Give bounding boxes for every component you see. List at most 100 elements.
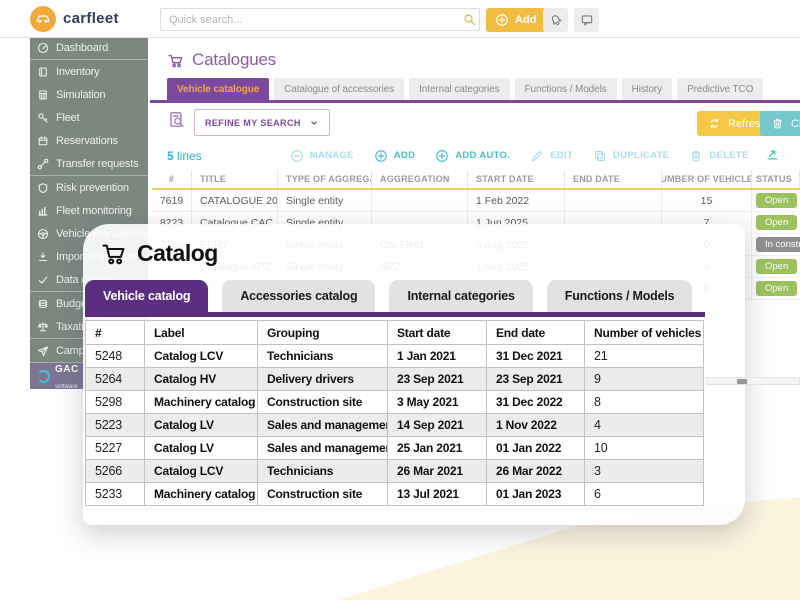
tab-functions-models[interactable]: Functions / Models [547, 280, 693, 312]
refresh-icon [708, 117, 721, 130]
pencil-icon [530, 149, 544, 163]
tab-vehicle-catalog[interactable]: Vehicle catalog [85, 280, 208, 312]
messages-button[interactable] [574, 8, 599, 32]
brand-name: carfleet [63, 10, 119, 27]
tab-internal-categories[interactable]: Internal categories [389, 280, 532, 312]
search-submit-button[interactable] [458, 9, 480, 30]
calendar-icon [37, 135, 49, 147]
table-row[interactable]: 7619 CATALOGUE 20 Single entity 1 Feb 20… [152, 190, 800, 212]
gauge-icon [37, 42, 49, 54]
app-window: carfleet Add Dashboard Inventory Simulat… [0, 0, 800, 600]
copy-icon [593, 149, 607, 163]
gac-icon [37, 370, 50, 383]
tab-history[interactable]: History [622, 78, 672, 100]
tab-underline [85, 312, 705, 317]
col-status: STATUS [752, 170, 800, 188]
status-badge: Open [756, 259, 797, 274]
search-input[interactable] [160, 8, 480, 31]
add-auto-button[interactable]: ADD AUTO. [435, 149, 510, 163]
export-icon [765, 147, 780, 162]
catalog-row[interactable]: 5233 Machinery catalog Construction site… [86, 483, 704, 506]
status-badge: Open [756, 215, 797, 230]
edit-button[interactable]: EDIT [530, 149, 573, 163]
sidebar-item-inventory[interactable]: Inventory [30, 60, 148, 83]
table-header-row: # TITLE TYPE OF AGGREGATION AGGREGATION … [152, 170, 800, 190]
catalog-row[interactable]: 5266 Catalog LCV Technicians 26 Mar 2021… [86, 460, 704, 483]
col-id: # [86, 321, 145, 345]
trash-icon [689, 149, 703, 163]
page-title: Catalogues [167, 50, 276, 70]
plus-circle-icon [495, 13, 509, 27]
chat-icon [580, 13, 594, 27]
col-type-of-aggregation: TYPE OF AGGREGATION [278, 170, 372, 188]
sidebar-item-fleet-monitoring[interactable]: Fleet monitoring [30, 199, 148, 222]
status-badge: Open [756, 193, 797, 208]
notifications-button[interactable] [543, 8, 568, 32]
tab-internal-categories[interactable]: Internal categories [409, 78, 509, 100]
catalogue-tabs: Vehicle catalogue Catalogue of accessori… [167, 78, 763, 100]
delete-button[interactable]: DELETE [689, 149, 748, 163]
sidebar-item-reservations[interactable]: Reservations [30, 129, 148, 152]
status-badge: Open [756, 281, 797, 296]
paper-plane-icon [37, 345, 49, 357]
trash-icon [771, 117, 784, 130]
sidebar-item-transfer-requests[interactable]: Transfer requests [30, 152, 148, 175]
tab-underline [150, 100, 800, 103]
refine-search-button[interactable]: REFINE MY SEARCH [194, 109, 330, 136]
col-aggregation: AGGREGATION [372, 170, 468, 188]
bar-chart-icon [37, 205, 49, 217]
col-label: Label [145, 321, 258, 345]
catalog-row[interactable]: 5223 Catalog LV Sales and management 14 … [86, 414, 704, 437]
tab-predictive-tco[interactable]: Predictive TCO [677, 78, 763, 100]
plus-circle-icon [374, 149, 388, 163]
col-number-of-vehicles: Number of vehicles [585, 321, 704, 345]
sidebar-item-dashboard[interactable]: Dashboard [30, 36, 148, 59]
calculator-icon [37, 89, 49, 101]
book-icon [37, 66, 49, 78]
key-icon [37, 112, 49, 124]
tab-vehicle-catalogue[interactable]: Vehicle catalogue [167, 78, 269, 100]
manage-button[interactable]: MANAGE [290, 149, 354, 163]
catalog-table: # Label Grouping Start date End date Num… [85, 320, 704, 506]
document-search-icon [167, 110, 186, 129]
catalog-header-row: # Label Grouping Start date End date Num… [86, 321, 704, 345]
catalog-row[interactable]: 5248 Catalog LCV Technicians 1 Jan 2021 … [86, 345, 704, 368]
duplicate-button[interactable]: DUPLICATE [593, 149, 669, 163]
carfleet-logo [30, 6, 56, 32]
link-icon [37, 158, 49, 170]
car-icon [34, 10, 52, 28]
plus-circle-icon [435, 149, 449, 163]
bell-icon [546, 11, 565, 30]
catalog-tabs: Vehicle catalog Accessories catalog Inte… [85, 280, 692, 312]
horizontal-scrollbar[interactable] [706, 377, 800, 385]
download-icon [37, 251, 49, 263]
scrollbar-thumb[interactable] [737, 379, 747, 384]
tab-accessories-catalog[interactable]: Accessories catalog [222, 280, 375, 312]
col-number-of-vehicles: NUMBER OF VEHICLES [662, 170, 752, 188]
tab-functions-models[interactable]: Functions / Models [515, 78, 617, 100]
minus-circle-icon [290, 149, 304, 163]
line-count: 5 lines [167, 149, 202, 163]
cart-icon [167, 52, 184, 69]
add-button[interactable]: Add [486, 8, 548, 32]
export-button[interactable] [765, 147, 780, 164]
tab-catalogue-of-accessories[interactable]: Catalogue of accessories [274, 78, 404, 100]
col-grouping: Grouping [258, 321, 388, 345]
scales-icon [37, 321, 49, 333]
clear-button[interactable]: Clear [760, 111, 800, 136]
sidebar-item-simulation[interactable]: Simulation [30, 83, 148, 106]
catalog-row[interactable]: 5227 Catalog LV Sales and management 25 … [86, 437, 704, 460]
caret-down-icon [309, 118, 319, 128]
col-id: # [152, 170, 192, 188]
sidebar-item-risk-prevention[interactable]: Risk prevention [30, 176, 148, 199]
sidebar-item-fleet[interactable]: Fleet [30, 106, 148, 129]
cart-icon [100, 240, 127, 267]
col-title: TITLE [192, 170, 278, 188]
coins-icon [37, 298, 49, 310]
check-icon [37, 274, 49, 286]
add-row-button[interactable]: ADD [374, 149, 415, 163]
catalog-modal: Catalog Vehicle catalog Accessories cata… [83, 224, 745, 525]
catalog-row[interactable]: 5298 Machinery catalog Construction site… [86, 391, 704, 414]
catalog-row[interactable]: 5264 Catalog HV Delivery drivers 23 Sep … [86, 368, 704, 391]
col-end-date: End date [487, 321, 585, 345]
